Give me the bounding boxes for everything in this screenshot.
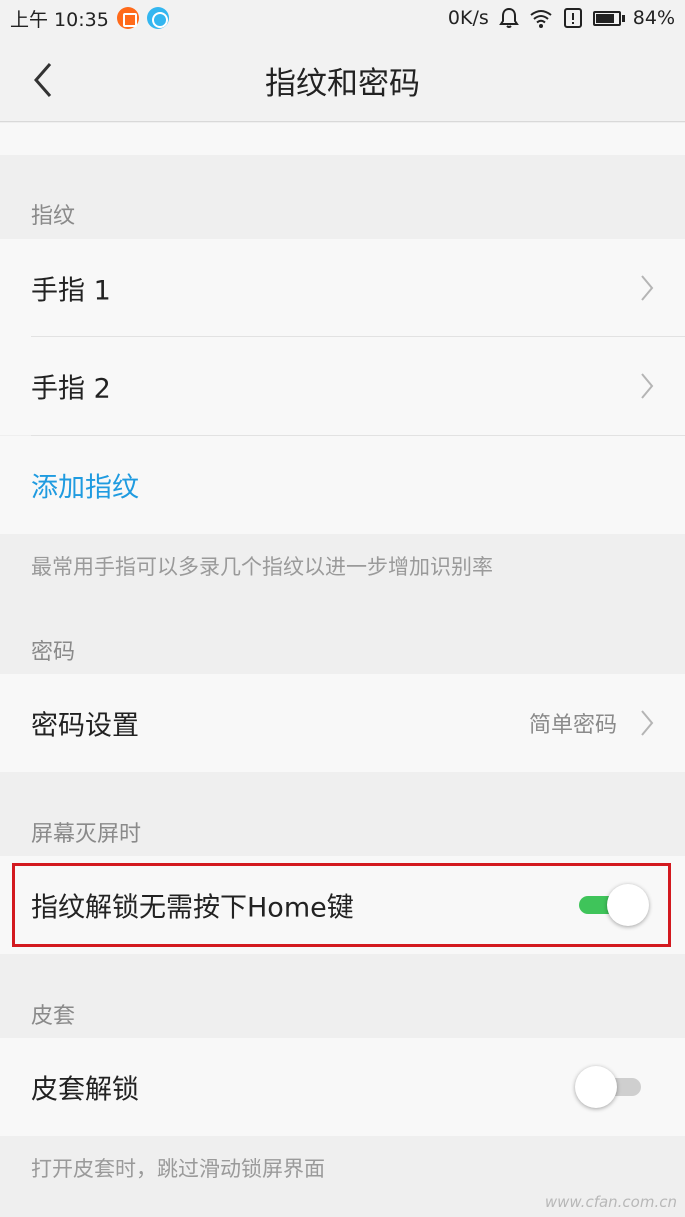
section-header-cover: 皮套 [31, 1004, 76, 1029]
fingerprint-no-home-toggle[interactable] [577, 884, 649, 926]
app-bar: 指纹和密码 [0, 36, 685, 122]
app-notification-icon [116, 7, 139, 29]
finger-1-label: 手指 1 [31, 275, 111, 307]
cover-hint: 打开皮套时，跳过滑动锁屏界面 [31, 1157, 325, 1181]
chevron-right-icon [641, 710, 654, 736]
password-setting-row[interactable]: 密码设置 简单密码 [0, 674, 685, 772]
chevron-right-icon [641, 275, 654, 301]
password-setting-value: 简单密码 [528, 713, 617, 738]
toggle-knob [607, 884, 649, 926]
fingerprint-no-home-row[interactable]: 指纹解锁无需按下Home键 [0, 856, 685, 954]
bell-mute-icon [498, 7, 519, 28]
page-title: 指纹和密码 [265, 66, 420, 102]
network-speed: 0K/s [447, 7, 489, 29]
finger-2-label: 手指 2 [31, 373, 111, 405]
status-bar: 上午 10:35 0K/s 84% [0, 0, 685, 36]
cover-unlock-toggle[interactable] [575, 1066, 647, 1108]
add-fingerprint-row[interactable]: 添加指纹 [0, 436, 685, 534]
wifi-icon [530, 10, 552, 28]
section-header-password: 密码 [31, 640, 76, 665]
finger-1-row[interactable]: 手指 1 [0, 239, 685, 337]
add-fingerprint-link[interactable]: 添加指纹 [31, 466, 139, 505]
alert-icon [563, 8, 582, 28]
fingerprint-hint: 最常用手指可以多录几个指纹以进一步增加识别率 [31, 555, 493, 579]
chevron-right-icon [641, 373, 654, 399]
cover-unlock-row[interactable]: 皮套解锁 [0, 1038, 685, 1136]
watermark: www.cfan.com.cn [544, 1193, 677, 1211]
battery-percent: 84% [632, 7, 675, 29]
finger-2-row[interactable]: 手指 2 [0, 337, 685, 435]
section-header-screen-off: 屏幕灭屏时 [31, 822, 142, 847]
sync-notification-icon [146, 7, 169, 29]
password-setting-label: 密码设置 [31, 710, 139, 742]
fingerprint-no-home-label: 指纹解锁无需按下Home键 [31, 892, 354, 924]
battery-icon [592, 10, 625, 26]
status-time: 上午 10:35 [10, 8, 109, 31]
toggle-knob [575, 1066, 617, 1108]
battery-fill [595, 13, 615, 23]
section-header-fingerprint: 指纹 [31, 204, 76, 229]
cover-unlock-label: 皮套解锁 [31, 1074, 139, 1106]
top-spacer [0, 123, 685, 155]
